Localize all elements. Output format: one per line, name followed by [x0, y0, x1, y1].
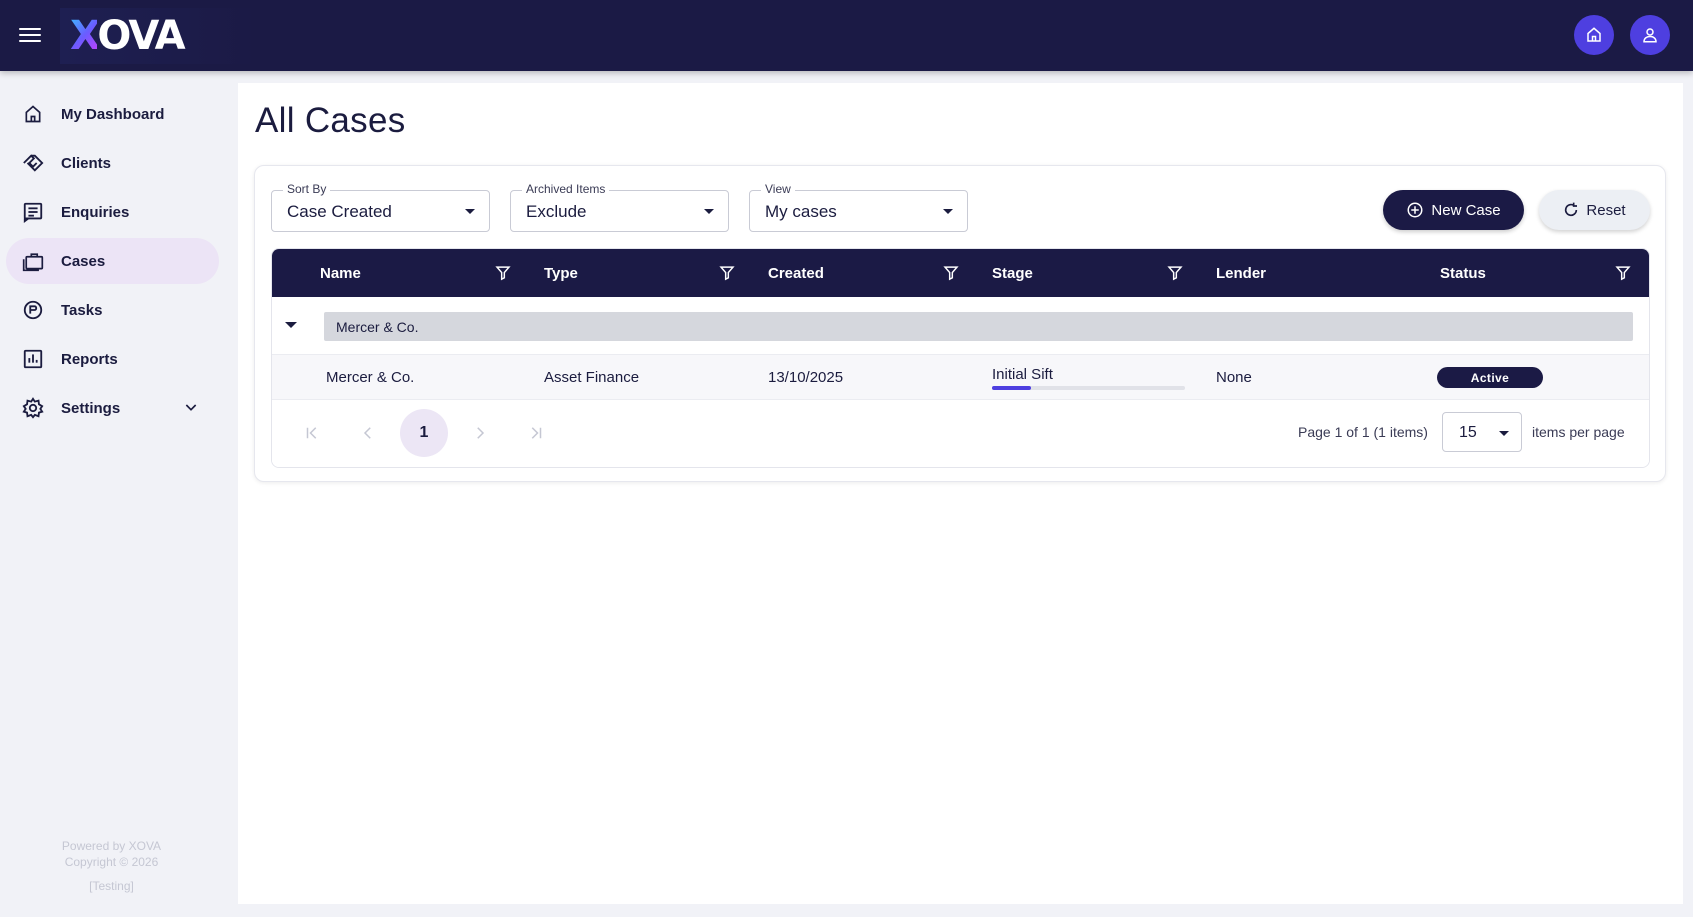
new-case-label: New Case — [1431, 201, 1501, 219]
logo-text: XOVA — [70, 13, 186, 59]
column-header-status[interactable]: Status — [1440, 249, 1486, 297]
cases-grid: Name Type Created Stage Lender Status Me… — [271, 248, 1650, 468]
filter-icon[interactable] — [943, 264, 959, 281]
group-row: Mercer & Co. — [272, 297, 1649, 355]
column-header-type[interactable]: Type — [544, 249, 578, 297]
filter-icon[interactable] — [1615, 264, 1631, 281]
gear-icon — [22, 397, 44, 419]
cases-card: Sort By Case Created Archived Items Excl… — [254, 165, 1666, 482]
sidebar-item-label: Settings — [61, 399, 121, 417]
cell-name: Mercer & Co. — [326, 369, 415, 386]
chevron-down-icon[interactable] — [183, 399, 199, 415]
sidebar-item-cases[interactable]: Cases — [6, 238, 219, 284]
sort-by-label: Sort By — [283, 182, 331, 196]
sidebar-item-label: Enquiries — [61, 203, 130, 221]
user-button[interactable] — [1630, 15, 1670, 55]
caret-down-icon — [704, 209, 714, 214]
reset-label: Reset — [1586, 201, 1626, 219]
column-header-created[interactable]: Created — [768, 249, 824, 297]
caret-down-icon — [943, 209, 953, 214]
main-panel: All Cases Sort By Case Created Archived … — [238, 83, 1683, 904]
page-size-value: 15 — [1459, 424, 1477, 441]
stage-label: Initial Sift — [992, 366, 1053, 383]
filter-icon[interactable] — [495, 264, 511, 281]
caret-down-icon — [1499, 431, 1509, 436]
chevron-left-icon — [363, 427, 371, 439]
archived-items-value: Exclude — [526, 202, 587, 221]
cell-created: 13/10/2025 — [768, 369, 844, 386]
column-header-lender[interactable]: Lender — [1216, 249, 1266, 297]
archived-items-select[interactable]: Archived Items Exclude — [510, 182, 729, 232]
next-page-button[interactable] — [456, 409, 504, 457]
column-header-name[interactable]: Name — [320, 249, 361, 297]
bar-chart-icon — [22, 348, 44, 370]
group-label: Mercer & Co. — [324, 312, 1633, 341]
sidebar-item-tasks[interactable]: Tasks — [6, 287, 219, 333]
sidebar-item-label: Tasks — [61, 301, 103, 319]
view-value: My cases — [765, 202, 837, 221]
last-page-icon — [531, 427, 542, 439]
sidebar-item-label: Reports — [61, 350, 118, 368]
status-badge: Active — [1437, 367, 1543, 388]
sidebar-item-clients[interactable]: Clients — [6, 140, 219, 186]
chevron-right-icon — [477, 427, 485, 439]
sort-by-value: Case Created — [287, 202, 392, 221]
footer-environment: [Testing] — [89, 879, 134, 893]
table-row[interactable]: Mercer & Co. Asset Finance 13/10/2025 In… — [272, 355, 1649, 400]
sort-by-select[interactable]: Sort By Case Created — [271, 182, 490, 232]
first-page-button[interactable] — [288, 409, 336, 457]
items-per-page-label: items per page — [1532, 424, 1625, 440]
sidebar-item-settings[interactable]: Settings — [6, 385, 219, 431]
page-info: Page 1 of 1 (1 items) — [1298, 424, 1428, 440]
sidebar-item-label: Cases — [61, 252, 106, 270]
page-button-current[interactable]: 1 — [400, 409, 448, 457]
last-page-button[interactable] — [512, 409, 560, 457]
previous-page-button[interactable] — [344, 409, 392, 457]
plus-circle-icon — [1407, 202, 1423, 218]
sidebar-item-reports[interactable]: Reports — [6, 336, 219, 382]
pager: 1 Page 1 of 1 (1 items) 15 items per pag… — [272, 400, 1649, 467]
refresh-icon — [1565, 202, 1578, 217]
first-page-icon — [306, 427, 317, 439]
cell-type: Asset Finance — [544, 369, 640, 386]
list-icon — [22, 201, 44, 223]
view-select[interactable]: View My cases — [749, 182, 968, 232]
handshake-icon — [22, 152, 44, 174]
page-size-select[interactable]: 15 — [1442, 412, 1522, 452]
footer-powered: Powered by XOVA — [61, 839, 162, 853]
logo[interactable]: XOVA — [60, 8, 256, 64]
sidebar: My Dashboard Clients Enquiries Cases Tas… — [0, 71, 238, 917]
briefcase-icon — [22, 250, 44, 272]
filter-icon[interactable] — [719, 264, 735, 281]
user-icon — [1643, 28, 1657, 43]
archived-items-label: Archived Items — [522, 182, 610, 196]
tasks-icon — [22, 299, 44, 321]
sidebar-item-my-dashboard[interactable]: My Dashboard — [6, 91, 219, 137]
new-case-button[interactable]: New Case — [1383, 190, 1524, 230]
cell-lender: None — [1216, 369, 1252, 386]
top-bar: XOVA — [0, 0, 1693, 71]
cell-stage: Initial Sift — [992, 366, 1185, 390]
caret-down-icon — [465, 209, 475, 214]
column-header-stage[interactable]: Stage — [992, 249, 1033, 297]
stage-progress-track — [992, 386, 1185, 390]
page-title: All Cases — [255, 101, 406, 140]
home-icon — [22, 103, 44, 125]
collapse-group-icon[interactable] — [285, 322, 297, 328]
footer-copyright: Copyright © 2026 — [64, 855, 159, 869]
view-label: View — [761, 182, 795, 196]
home-button[interactable] — [1574, 15, 1614, 55]
grid-header: Name Type Created Stage Lender Status — [272, 249, 1649, 297]
home-icon — [1587, 27, 1601, 42]
filter-icon[interactable] — [1167, 264, 1183, 281]
menu-icon[interactable] — [19, 24, 41, 46]
sidebar-item-label: Clients — [61, 154, 112, 172]
stage-progress-fill — [992, 386, 1031, 390]
sidebar-item-enquiries[interactable]: Enquiries — [6, 189, 219, 235]
reset-button[interactable]: Reset — [1539, 190, 1650, 230]
sidebar-item-label: My Dashboard — [61, 105, 165, 123]
